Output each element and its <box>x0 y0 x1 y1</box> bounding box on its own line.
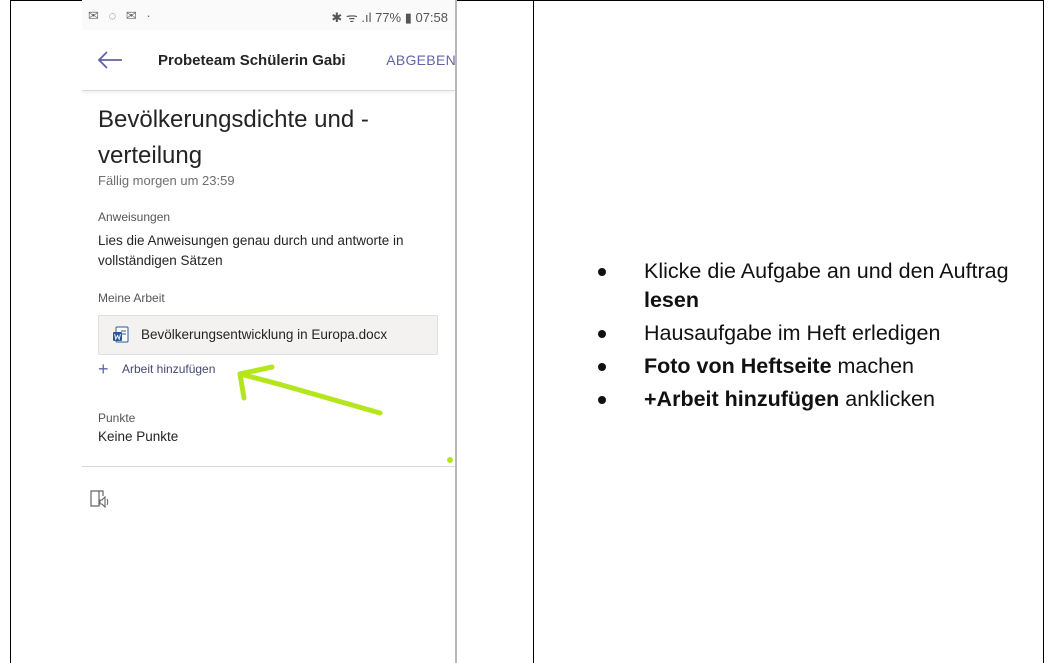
attached-file[interactable]: Bevölkerungsentwicklung in Europa.docx <box>98 315 438 355</box>
assignment-title-line2: verteilung <box>98 142 203 169</box>
add-work-label: Arbeit hinzufügen <box>122 362 216 376</box>
list-item: Foto von Heftseite machen <box>598 352 1038 381</box>
bullet-icon <box>598 330 606 338</box>
app-bar: Probeteam Schülerin Gabi ABGEBEN <box>82 30 456 91</box>
my-work-label: Meine Arbeit <box>98 291 165 305</box>
due-date: Fällig morgen um 23:59 <box>98 173 235 188</box>
bullet-icon <box>598 396 606 404</box>
table-border-middle <box>533 0 534 663</box>
status-bar: ✉ ◌ ✉ · ✱ ᯤ .ıl 77% ▮ 07:58 <box>82 0 456 30</box>
instructions-text: Lies die Anweisungen genau durch und ant… <box>98 233 404 268</box>
list-item: Klicke die Aufgabe an und den Auftrag le… <box>598 257 1038 315</box>
plus-icon: + <box>98 359 109 379</box>
instruction-list: Klicke die Aufgabe an und den Auftrag le… <box>598 257 1038 418</box>
status-system-info: ✱ ᯤ .ıl 77% ▮ 07:58 <box>331 10 448 25</box>
bullet-icon <box>598 363 606 371</box>
bullet-icon <box>598 268 606 276</box>
word-document-icon <box>113 326 129 343</box>
points-label: Punkte <box>98 411 136 425</box>
back-arrow-icon[interactable] <box>96 48 124 72</box>
list-item: +Arbeit hinzufügen anklicken <box>598 385 1038 414</box>
immersive-reader-icon[interactable] <box>89 488 111 510</box>
table-border-left <box>10 0 11 663</box>
submit-button[interactable]: ABGEBEN <box>386 52 456 68</box>
page-title: Probeteam Schülerin Gabi <box>158 52 346 69</box>
table-border-right <box>1043 0 1044 663</box>
status-notification-icons: ✉ ◌ ✉ · <box>88 8 154 23</box>
instructions-label: Anweisungen <box>98 210 171 224</box>
assignment-title-line1: Bevölkerungsdichte und - <box>98 106 369 133</box>
list-item: Hausaufgabe im Heft erledigen <box>598 319 1038 348</box>
file-name: Bevölkerungsentwicklung in Europa.docx <box>141 327 388 342</box>
points-value: Keine Punkte <box>98 429 179 444</box>
assignment-title: Bevölkerungsdichte und - verteilung <box>98 102 438 174</box>
phone-screenshot: ✉ ◌ ✉ · ✱ ᯤ .ıl 77% ▮ 07:58 Probeteam Sc… <box>82 0 456 663</box>
section-divider <box>82 466 456 467</box>
phone-edge <box>455 0 457 663</box>
